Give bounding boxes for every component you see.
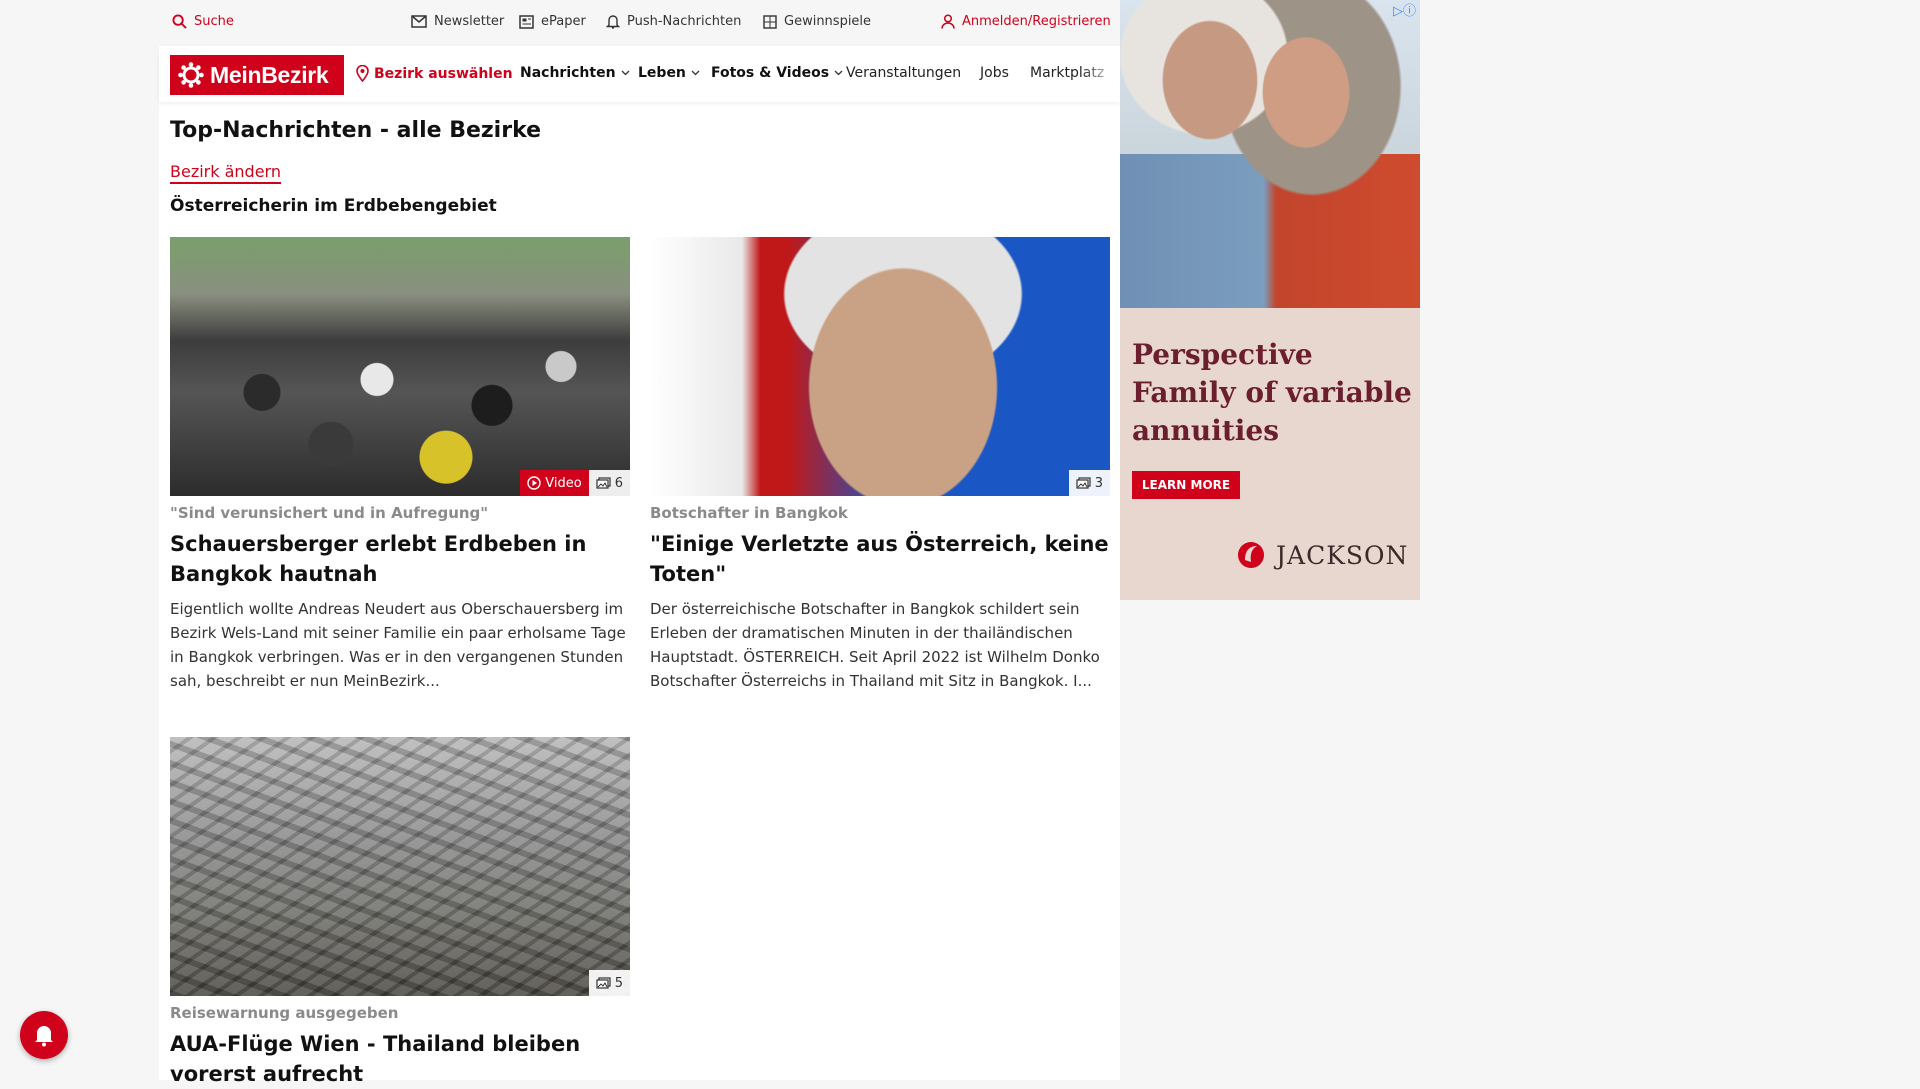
article-image[interactable]: Video 6: [170, 237, 630, 496]
ad-brand-name: JACKSON: [1276, 540, 1409, 570]
logo-text: MeinBezirk: [210, 61, 329, 88]
nav-item-events[interactable]: Veranstaltungen: [846, 65, 961, 81]
article-teaser: Eigentlich wollte Andreas Neudert aus Ob…: [170, 600, 626, 690]
media-badges: Video 6: [520, 470, 630, 496]
section-title: Österreicherin im Erdbebengebiet: [170, 196, 497, 216]
article-image[interactable]: 3: [650, 237, 1110, 496]
nav-jobs-label: Jobs: [980, 65, 1009, 81]
play-icon: [527, 476, 541, 490]
bell-icon: [35, 1026, 53, 1047]
photo-count-badge: 5: [588, 970, 630, 996]
games-link[interactable]: Gewinnspiele: [763, 14, 871, 29]
article-teaser: Der österreichische Botschafter in Bangk…: [650, 600, 1100, 690]
photo-count: 5: [614, 975, 623, 991]
media-badges: 3: [1068, 470, 1110, 496]
photo-count: 3: [1094, 475, 1103, 491]
notification-bell-button[interactable]: [20, 1011, 68, 1059]
user-icon: [941, 14, 955, 29]
utility-bar: Suche Newsletter ePaper Push-Nachrichten…: [159, 0, 1120, 46]
bell-icon: [606, 15, 620, 29]
article-card[interactable]: 5 Reisewarnung ausgegeben AUA-Flüge Wien…: [170, 737, 630, 1089]
chevron-down-icon: [834, 70, 843, 76]
gallery-icon: [596, 977, 611, 989]
push-label: Push-Nachrichten: [627, 14, 742, 29]
ad-learn-more-button[interactable]: LEARN MORE: [1132, 471, 1240, 499]
page-title: Top-Nachrichten - alle Bezirke: [170, 118, 542, 143]
nav-photos-label: Fotos & Videos: [711, 65, 830, 81]
article-card[interactable]: Video 6 "Sind verunsichert und in Aufreg…: [170, 237, 630, 693]
login-label: Anmelden/Registrieren: [962, 14, 1111, 29]
chevron-down-icon: [621, 70, 630, 76]
login-link[interactable]: Anmelden/Registrieren: [941, 14, 1111, 29]
nav-events-label: Veranstaltungen: [846, 65, 962, 81]
logo[interactable]: MeinBezirk: [170, 55, 344, 95]
advertisement[interactable]: ▷ⓘ Perspective Family of variable annuit…: [1120, 0, 1420, 600]
video-badge: Video: [520, 470, 589, 496]
newsletter-link[interactable]: Newsletter: [411, 14, 504, 29]
epaper-label: ePaper: [541, 14, 586, 29]
article-headline[interactable]: AUA-Flüge Wien - Thailand bleiben vorers…: [170, 1029, 630, 1089]
ad-headline: Perspective Family of variable annuities: [1132, 338, 1412, 447]
main-column: Suche Newsletter ePaper Push-Nachrichten…: [159, 0, 1120, 1086]
media-badges: 5: [588, 970, 630, 996]
location-pin-icon: [356, 65, 369, 82]
change-district-link[interactable]: Bezirk ändern: [170, 162, 281, 184]
article-kicker: "Sind verunsichert und in Aufregung": [170, 504, 489, 522]
envelope-icon: [411, 15, 427, 28]
nav-item-news[interactable]: Nachrichten: [520, 65, 630, 81]
newsletter-label: Newsletter: [434, 14, 505, 29]
article-headline[interactable]: "Einige Verletzte aus Österreich, keine …: [650, 529, 1110, 589]
search-link[interactable]: Suche: [172, 14, 234, 29]
nav-life-label: Leben: [638, 65, 686, 81]
district-label: Bezirk auswählen: [374, 65, 513, 82]
article-headline[interactable]: Schauersberger erlebt Erdbeben in Bangko…: [170, 529, 630, 589]
logo-icon: [178, 62, 204, 88]
search-label: Suche: [194, 14, 234, 29]
search-icon: [172, 14, 187, 29]
article-kicker: Botschafter in Bangkok: [650, 504, 848, 522]
photo-count-badge: 6: [588, 470, 630, 496]
district-select[interactable]: Bezirk auswählen: [356, 65, 513, 82]
article-image[interactable]: 5: [170, 737, 630, 996]
epaper-link[interactable]: ePaper: [519, 14, 586, 29]
ad-image[interactable]: [1120, 0, 1420, 308]
games-label: Gewinnspiele: [784, 14, 872, 29]
adchoices-icon[interactable]: ▷ⓘ: [1393, 0, 1416, 19]
gift-icon: [763, 14, 777, 29]
article-card[interactable]: 3 Botschafter in Bangkok "Einige Verletz…: [650, 237, 1110, 693]
gallery-icon: [1076, 477, 1091, 489]
jackson-logo-icon: [1238, 542, 1264, 568]
main-navigation: MeinBezirk Bezirk auswählen Nachrichten …: [159, 46, 1120, 102]
article-kicker: Reisewarnung ausgegeben: [170, 1004, 399, 1022]
nav-fade-overlay: [1080, 46, 1120, 102]
nav-item-jobs[interactable]: Jobs: [980, 65, 1009, 81]
nav-news-label: Nachrichten: [520, 65, 616, 81]
video-label: Video: [545, 475, 582, 491]
chevron-down-icon: [691, 70, 700, 76]
push-link[interactable]: Push-Nachrichten: [606, 14, 741, 29]
photo-count: 6: [614, 475, 623, 491]
newspaper-icon: [519, 14, 534, 29]
nav-item-life[interactable]: Leben: [638, 65, 700, 81]
photo-count-badge: 3: [1068, 470, 1110, 496]
gallery-icon: [596, 477, 611, 489]
nav-item-photos-videos[interactable]: Fotos & Videos: [711, 65, 843, 81]
ad-brand-logo: JACKSON: [1236, 540, 1408, 570]
